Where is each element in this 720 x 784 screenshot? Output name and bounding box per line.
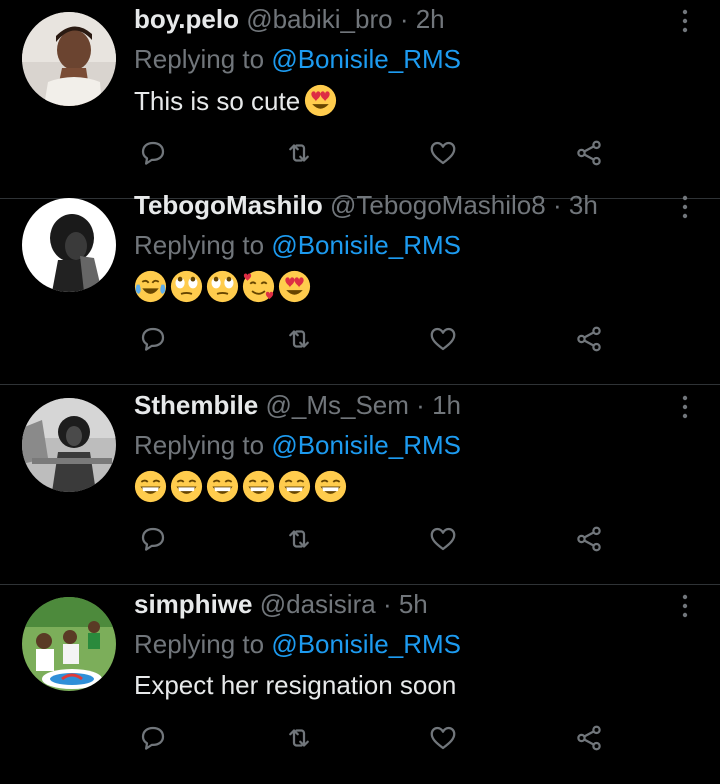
share-icon[interactable]: [574, 324, 604, 354]
separator-dot: ·: [552, 190, 562, 220]
reply-icon[interactable]: [138, 324, 168, 354]
heart-eyes-emoji: [304, 84, 337, 117]
more-vertical-icon[interactable]: [678, 593, 692, 619]
reply-icon[interactable]: [138, 524, 168, 554]
tweet-time[interactable]: 5h: [399, 589, 428, 619]
heart-eyes-emoji: [278, 270, 311, 303]
mention-link[interactable]: @Bonisile_RMS: [271, 629, 461, 659]
grinning-squinting-emoji: [134, 470, 167, 503]
replying-to-label: Replying to: [134, 629, 265, 659]
tears-of-joy-emoji: [134, 270, 167, 303]
tweet-text: Expect her resignation soon: [134, 670, 457, 700]
user-handle[interactable]: @_Ms_Sem: [265, 390, 408, 420]
mention-link[interactable]: @Bonisile_RMS: [271, 44, 461, 74]
retweet-icon[interactable]: [284, 324, 314, 354]
more-vertical-icon[interactable]: [678, 394, 692, 420]
retweet-icon[interactable]: [284, 138, 314, 168]
share-icon[interactable]: [574, 524, 604, 554]
tweet-item[interactable]: Sthembile @_Ms_Sem · 1h Replying to @Bon…: [0, 386, 720, 585]
avatar[interactable]: [22, 398, 116, 492]
tweet-time[interactable]: 1h: [432, 390, 461, 420]
share-icon[interactable]: [574, 138, 604, 168]
separator-dot: ·: [399, 4, 409, 34]
grinning-squinting-emoji: [278, 470, 311, 503]
reply-icon[interactable]: [138, 723, 168, 753]
tweet-time[interactable]: 2h: [416, 4, 445, 34]
like-icon[interactable]: [428, 138, 458, 168]
rolling-eyes-emoji: [170, 270, 203, 303]
user-handle[interactable]: @babiki_bro: [246, 4, 392, 34]
grinning-squinting-emoji: [242, 470, 275, 503]
tweet-item[interactable]: boy.pelo @babiki_bro · 2h Replying to @B…: [0, 0, 720, 199]
tweet-item[interactable]: simphiwe @dasisira · 5h Replying to @Bon…: [0, 585, 720, 784]
like-icon[interactable]: [428, 723, 458, 753]
retweet-icon[interactable]: [284, 524, 314, 554]
mention-link[interactable]: @Bonisile_RMS: [271, 430, 461, 460]
mention-link[interactable]: @Bonisile_RMS: [271, 230, 461, 260]
user-handle[interactable]: @dasisira: [260, 589, 376, 619]
retweet-icon[interactable]: [284, 723, 314, 753]
emoji-row: [134, 470, 347, 503]
avatar[interactable]: [22, 198, 116, 292]
grinning-squinting-emoji: [170, 470, 203, 503]
grinning-squinting-emoji: [314, 470, 347, 503]
grinning-squinting-emoji: [206, 470, 239, 503]
emoji-row: [134, 270, 311, 303]
user-handle[interactable]: @TebogoMashilo8: [330, 190, 546, 220]
replying-to-label: Replying to: [134, 430, 265, 460]
display-name[interactable]: Sthembile: [134, 390, 258, 420]
tweet-time[interactable]: 3h: [569, 190, 598, 220]
reply-feed: boy.pelo @babiki_bro · 2h Replying to @B…: [0, 0, 720, 770]
reply-icon[interactable]: [138, 138, 168, 168]
display-name[interactable]: simphiwe: [134, 589, 252, 619]
like-icon[interactable]: [428, 524, 458, 554]
display-name[interactable]: boy.pelo: [134, 4, 239, 34]
rolling-eyes-emoji: [206, 270, 239, 303]
avatar[interactable]: [22, 12, 116, 106]
tweet-text: This is so cute: [134, 85, 301, 116]
share-icon[interactable]: [574, 723, 604, 753]
display-name[interactable]: TebogoMashilo: [134, 190, 323, 220]
replying-to-label: Replying to: [134, 44, 265, 74]
like-icon[interactable]: [428, 324, 458, 354]
more-vertical-icon[interactable]: [678, 194, 692, 220]
separator-dot: ·: [416, 390, 425, 420]
more-vertical-icon[interactable]: [678, 8, 692, 34]
separator-dot: ·: [382, 589, 392, 619]
avatar[interactable]: [22, 597, 116, 691]
smiling-with-hearts-emoji: [242, 270, 275, 303]
replying-to-label: Replying to: [134, 230, 265, 260]
tweet-item[interactable]: TebogoMashilo @TebogoMashilo8 · 3h Reply…: [0, 186, 720, 385]
